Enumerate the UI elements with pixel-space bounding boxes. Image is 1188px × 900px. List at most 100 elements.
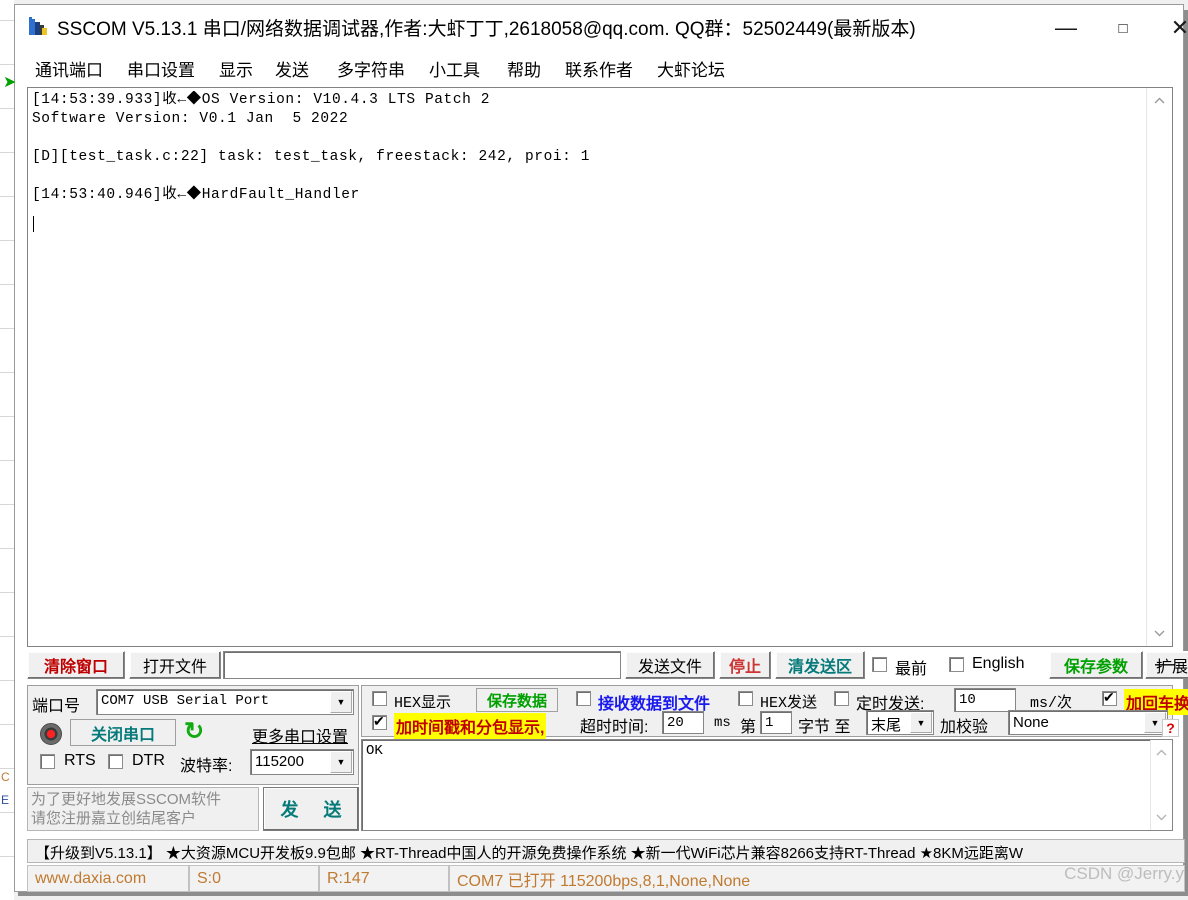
save-params-label: 保存参数 [1063,659,1128,676]
topmost-label: 最前 [895,661,928,678]
timed-send-input[interactable]: 10 [954,688,1016,712]
open-file-label: 打开文件 [142,659,207,676]
send-scrollbar[interactable] [1150,740,1172,830]
checksum-value: None [1013,714,1049,731]
timestamp-checkbox[interactable] [372,712,387,730]
close-button[interactable]: ✕ [1157,13,1188,43]
timed-send-checkbox[interactable] [834,691,849,706]
hex-display-label: HEX显示 [394,695,452,712]
send-text: OK [366,743,383,759]
crlf-checkbox[interactable] [1102,688,1117,706]
english-label: English [972,655,1025,672]
menu-item-6[interactable]: 帮助 [503,54,545,82]
text-caret [33,216,34,232]
close-icon: ✕ [1170,15,1188,40]
menu-item-8[interactable]: 大虾论坛 [653,54,729,82]
green-arrow-icon: ➤ [3,74,17,91]
dtr-checkbox[interactable] [108,754,123,769]
minimize-button[interactable]: — [1043,13,1089,43]
baudrate-select[interactable]: 115200 ▼ [250,749,354,775]
byte-to-value: 末尾 [871,717,902,734]
hex-send-checkbox[interactable] [738,691,753,706]
save-data-button[interactable]: 保存数据 [476,688,558,712]
save-data-label: 保存数据 [486,692,547,710]
chevron-down-icon[interactable]: ▼ [910,712,932,733]
byte-to-select[interactable]: 末尾 ▼ [866,710,934,735]
open-file-button[interactable]: 打开文件 [129,651,221,679]
timeout-value: 20 [667,715,684,731]
byte-from-input[interactable]: 1 [760,711,792,734]
app-icon [27,15,51,39]
ms-unit-label: ms [714,715,731,731]
status-received-count: R:147 [319,865,449,892]
clear-window-label: 清除窗口 [43,659,108,676]
help-button[interactable]: ? [1162,719,1179,737]
timestamp-label: 加时间戳和分包显示, [394,713,547,739]
scroll-down-icon[interactable] [1147,622,1172,644]
scroll-down-icon[interactable] [1151,806,1172,828]
chevron-down-icon[interactable]: ▼ [330,691,352,713]
toolbar-row: 清除窗口 打开文件 发送文件 停止 清发送区 最前 English 保存参数 扩… [27,651,1188,681]
hex-display-checkbox[interactable] [372,691,387,706]
background-strip: C E [0,0,14,900]
clear-send-button[interactable]: 清发送区 [775,651,865,679]
window-shadow-right [1184,10,1188,894]
byte-from-label: 第 [740,719,757,736]
scroll-up-icon[interactable] [1147,90,1172,112]
minimize-icon: — [1055,15,1077,40]
more-settings-link[interactable]: 更多串口设置 [252,723,348,747]
save-params-button[interactable]: 保存参数 [1049,651,1143,679]
clear-window-button[interactable]: 清除窗口 [27,651,125,679]
refresh-ports-icon[interactable]: ↻ [184,720,204,744]
watermark: CSDN @Jerry.y [1064,864,1184,883]
scroll-up-icon[interactable] [1151,742,1172,764]
receive-scrollbar[interactable] [1146,88,1172,646]
menu-item-3[interactable]: 发送 [271,54,313,82]
close-port-button[interactable]: 关闭串口 [70,719,176,746]
collapse-button[interactable]: — [1155,653,1175,676]
menu-bar: 通讯端口 串口设置 显示 发送 多字符串 小工具 帮助 联系作者 大虾论坛 [15,49,1183,81]
file-path-input[interactable] [223,651,621,679]
ad-banner[interactable]: 【升级到V5.13.1】 ★大资源MCU开发板9.9包邮 ★RT-Thread中… [27,839,1185,863]
port-number-label: 端口号 [32,698,81,715]
status-sent-count: S:0 [189,865,319,892]
checksum-select[interactable]: None ▼ [1008,710,1168,735]
recv-to-file-checkbox[interactable] [576,691,591,706]
maximize-button[interactable]: □ [1100,13,1146,43]
maximize-icon: □ [1118,19,1128,37]
status-website[interactable]: www.daxia.com [27,865,189,892]
timeout-label: 超时时间: [580,719,649,736]
port-status-indicator [40,723,62,745]
receive-area[interactable]: [14:53:39.933]收←◆OS Version: V10.4.3 LTS… [27,87,1173,647]
port-settings-panel: 端口号 COM7 USB Serial Port ▼ 关闭串口 ↻ 更多串口设置… [27,685,359,785]
rts-checkbox[interactable] [40,754,55,769]
menu-item-5[interactable]: 小工具 [425,54,484,82]
dtr-label: DTR [132,752,165,769]
english-checkbox[interactable] [949,657,964,672]
ms-per-time-label: ms/次 [1030,695,1073,712]
close-port-label: 关闭串口 [90,726,155,744]
chevron-down-icon[interactable]: ▼ [330,751,352,773]
byte-from-value: 1 [765,715,774,731]
send-textarea[interactable]: OK [361,739,1173,831]
menu-item-2[interactable]: 显示 [215,54,257,82]
port-select[interactable]: COM7 USB Serial Port ▼ [96,689,354,715]
send-file-button[interactable]: 发送文件 [625,651,715,679]
send-button[interactable]: 发 送 [263,787,359,831]
menu-item-0[interactable]: 通讯端口 [31,54,107,82]
receive-text: [14:53:39.933]收←◆OS Version: V10.4.3 LTS… [32,92,591,203]
window-title: SSCOM V5.13.1 串口/网络数据调试器,作者:大虾丁丁,2618058… [57,19,916,40]
ghost-letter-c: C [1,770,10,784]
baudrate-value: 115200 [255,753,304,770]
rts-label: RTS [64,752,96,769]
ghost-letter-e: E [1,793,10,807]
menu-item-7[interactable]: 联系作者 [561,54,637,82]
topmost-checkbox[interactable] [872,657,887,672]
stop-label: 停止 [728,659,761,676]
timeout-input[interactable]: 20 [662,711,704,734]
menu-item-4[interactable]: 多字符串 [333,54,409,82]
checksum-label: 加校验 [940,719,989,736]
stop-button[interactable]: 停止 [719,651,771,679]
registration-notice: 为了更好地发展SSCOM软件 请您注册嘉立创结尾客户 [27,787,259,831]
menu-item-1[interactable]: 串口设置 [123,54,199,82]
